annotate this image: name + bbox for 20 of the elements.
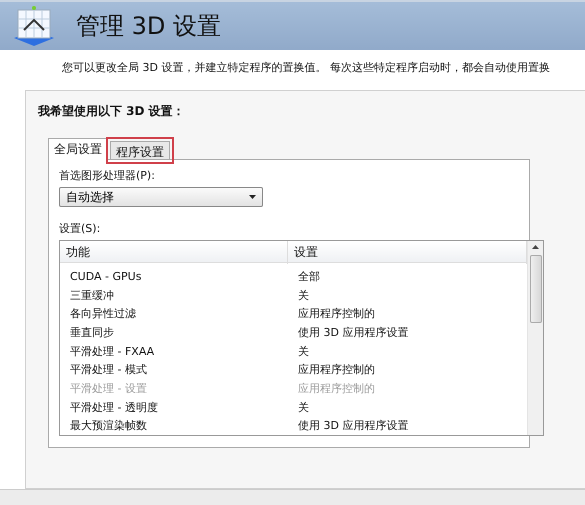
field-label: 首选图形处理器(P): — [59, 168, 156, 183]
page-title: 管理 3D 设置 — [76, 11, 222, 42]
settings-row[interactable]: 垂直同步 使用 3D 应用程序设置 — [60, 323, 527, 342]
scroll-up-icon — [532, 245, 539, 249]
settings-row[interactable]: 平滑处理 - FXAA 关 — [60, 342, 527, 360]
settings-row[interactable]: 三重缓冲 关 — [60, 286, 527, 304]
dropdown-arrow-icon — [249, 195, 256, 199]
tab[interactable]: 全局设置 — [48, 138, 108, 160]
settings-row[interactable]: CUDA - GPUs 全部 — [60, 267, 527, 286]
settings-row[interactable]: 各向异性过滤 应用程序控制的 — [60, 304, 527, 324]
column-header[interactable]: 功能 — [60, 241, 288, 264]
settings-row[interactable]: 平滑处理 - 模式 应用程序控制的 — [60, 360, 527, 380]
scroll-thumb[interactable] — [530, 255, 542, 323]
settings-row[interactable]: 最大预渲染帧数 使用 3D 应用程序设置 — [60, 416, 527, 436]
settings-row[interactable]: 平滑处理 - 透明度 关 — [60, 398, 527, 416]
section-title: 我希望使用以下 3D 设置： — [38, 103, 186, 120]
processor-dropdown[interactable]: 自动选择 — [59, 187, 263, 207]
scrollbar[interactable] — [527, 241, 543, 435]
field-label: 设置(S): — [59, 221, 102, 236]
description-text: 您可以更改全局 3D 设置，并建立特定程序的置换值。 每次这些特定程序启动时，都会自动使用置换 — [61, 60, 551, 76]
